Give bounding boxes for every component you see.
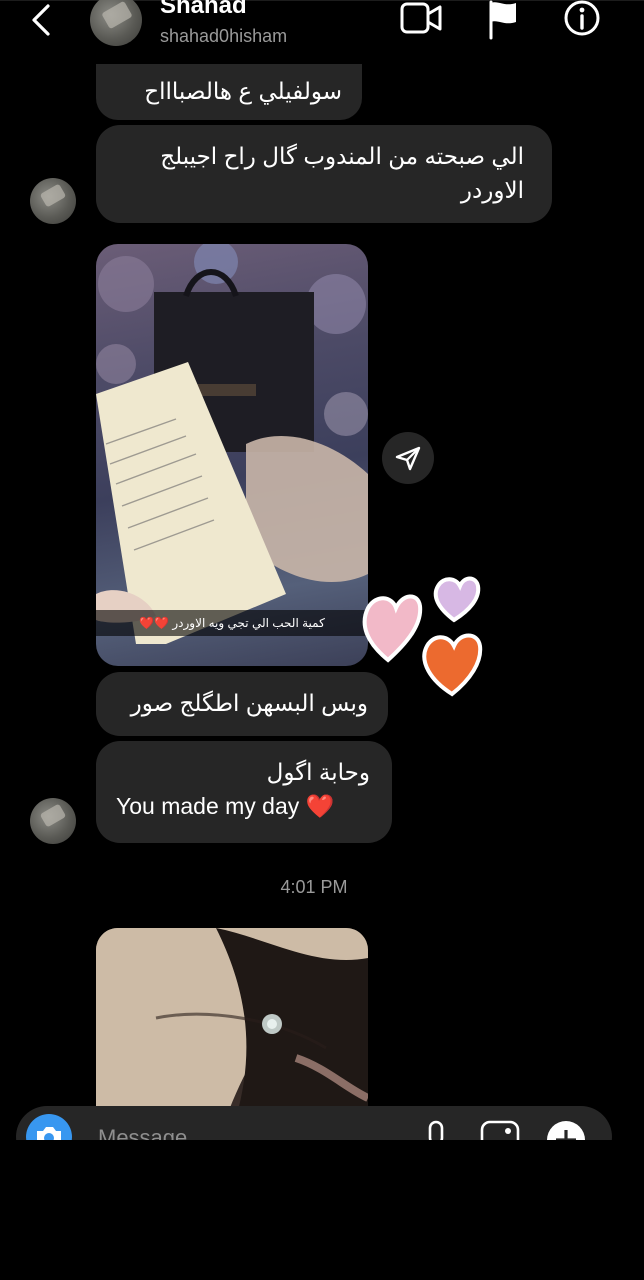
photo-message[interactable] <box>96 928 368 1118</box>
contact-avatar[interactable] <box>90 0 142 46</box>
flag-icon[interactable] <box>486 0 526 40</box>
info-icon[interactable] <box>562 0 602 40</box>
message-text: سولفيلي ع هالصباااح <box>144 78 342 104</box>
photo-content <box>96 244 368 644</box>
message-bubble[interactable]: وحابة اگول You made my day ❤️ <box>96 741 392 843</box>
message-timestamp: 4:01 PM <box>280 877 348 897</box>
contact-username[interactable]: shahad0hisham <box>160 26 287 47</box>
contact-name[interactable]: Shahad <box>160 0 247 20</box>
bottom-blank-area <box>0 1140 644 1280</box>
share-button[interactable] <box>382 432 434 484</box>
back-arrow-icon[interactable] <box>22 2 62 42</box>
photo-message[interactable]: كمية الحب الي تجي ويه الاوردر ❤️❤️ <box>96 244 368 666</box>
message-bubble[interactable]: وبس البسهن اطگلج صور <box>96 672 388 736</box>
send-icon <box>395 446 421 471</box>
sender-avatar <box>30 178 76 224</box>
message-bubble[interactable]: الي صبحته من المندوب گال راح اجيبلج الاو… <box>96 125 552 223</box>
message-bubble[interactable]: سولفيلي ع هالصباااح <box>96 64 362 120</box>
message-text: الي صبحته من المندوب گال راح اجيبلج الاو… <box>160 143 524 203</box>
sender-avatar <box>30 798 76 844</box>
message-text-line: You made my day ❤️ <box>116 793 335 819</box>
photo-caption: كمية الحب الي تجي ويه الاوردر ❤️❤️ <box>139 616 325 630</box>
message-text: وبس البسهن اطگلج صور <box>130 690 368 716</box>
photo-content <box>96 928 368 1118</box>
message-text-line: وحابة اگول <box>266 759 370 785</box>
chat-header: Shahad shahad0hisham <box>0 0 644 64</box>
video-call-icon[interactable] <box>400 0 442 40</box>
